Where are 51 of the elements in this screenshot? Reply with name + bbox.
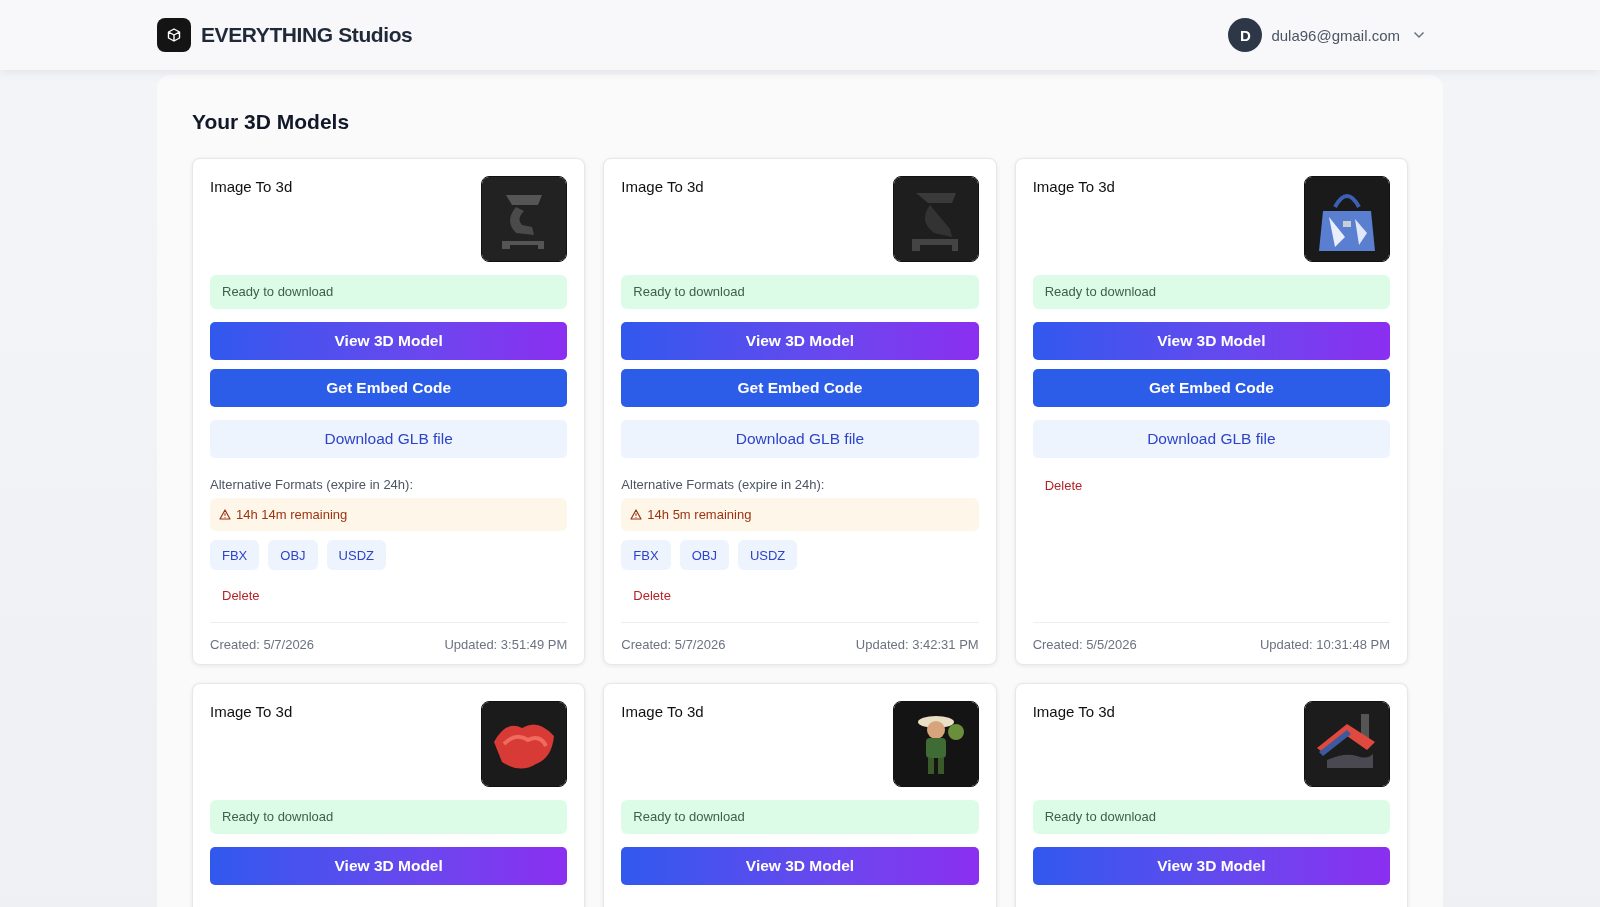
status-banner: Ready to download — [1032, 275, 1390, 309]
format-button[interactable]: USDZ — [326, 540, 386, 570]
expiry-text: 14h 5m remaining — [647, 507, 752, 522]
logo-icon[interactable] — [157, 18, 191, 52]
created-date: Created: 5/7/2026 — [210, 637, 315, 652]
format-button[interactable]: OBJ — [679, 540, 729, 570]
delete-button[interactable]: Delete — [1032, 470, 1095, 501]
formats-label: Alternative Formats (expire in 24h): — [621, 477, 826, 492]
card-title: Image To 3d — [1032, 178, 1115, 195]
view-model-button[interactable]: View 3D Model — [210, 322, 568, 360]
status-banner: Ready to download — [1032, 800, 1390, 834]
format-button[interactable]: USDZ — [737, 540, 798, 570]
download-button[interactable]: Download GLB file — [1032, 420, 1390, 458]
delete-button[interactable]: Delete — [210, 580, 272, 611]
chevron-down-icon[interactable] — [1413, 31, 1425, 39]
card-title: Image To 3d — [1032, 703, 1115, 720]
embed-code-button[interactable]: Get Embed Code — [1032, 369, 1390, 407]
embed-code-button[interactable]: Get Embed Code — [210, 369, 568, 407]
warning-icon — [630, 509, 643, 520]
status-banner: Ready to download — [621, 800, 979, 834]
status-banner: Ready to download — [210, 800, 568, 834]
updated-time: Updated: 3:42:31 PM — [855, 637, 979, 652]
card-title: Image To 3d — [621, 703, 704, 720]
created-date: Created: 5/5/2026 — [1032, 637, 1137, 652]
updated-time: Updated: 3:51:49 PM — [444, 637, 568, 652]
view-model-button[interactable]: View 3D Model — [621, 322, 979, 360]
status-banner: Ready to download — [621, 275, 979, 309]
view-model-button[interactable]: View 3D Model — [210, 847, 568, 885]
formats-label: Alternative Formats (expire in 24h): — [210, 477, 415, 492]
created-date: Created: 5/7/2026 — [621, 637, 726, 652]
download-button[interactable]: Download GLB file — [210, 420, 568, 458]
user-avatar[interactable]: D — [1228, 18, 1263, 52]
card-title: Image To 3d — [621, 178, 704, 195]
card-title: Image To 3d — [210, 178, 293, 195]
view-model-button[interactable]: View 3D Model — [1032, 322, 1390, 360]
user-email[interactable]: dula96@gmail.com — [1271, 26, 1400, 44]
view-model-button[interactable]: View 3D Model — [621, 847, 979, 885]
embed-code-button[interactable]: Get Embed Code — [621, 369, 979, 407]
page-title: Your 3D Models — [192, 110, 351, 134]
delete-button[interactable]: Delete — [621, 580, 683, 611]
status-banner: Ready to download — [210, 275, 568, 309]
card-title: Image To 3d — [210, 703, 293, 720]
warning-icon — [219, 509, 231, 520]
format-button[interactable]: FBX — [210, 540, 260, 570]
view-model-button[interactable]: View 3D Model — [1032, 847, 1390, 885]
updated-time: Updated: 10:31:48 PM — [1259, 637, 1390, 652]
brand-name[interactable]: EVERYTHING Studios — [201, 23, 413, 47]
format-button[interactable]: OBJ — [268, 540, 318, 570]
download-button[interactable]: Download GLB file — [621, 420, 979, 458]
expiry-text: 14h 14m remaining — [236, 507, 348, 522]
format-button[interactable]: FBX — [621, 540, 671, 570]
